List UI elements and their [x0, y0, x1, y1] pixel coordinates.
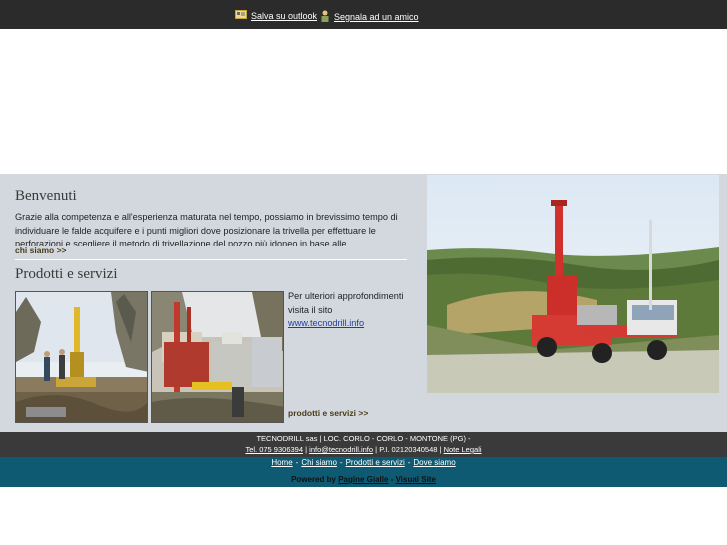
- legal-notes-link[interactable]: Note Legali: [444, 445, 482, 454]
- phone-link[interactable]: Tel. 075 9306394: [245, 445, 303, 454]
- top-bar: Salva su outlook Segnala ad un amico: [0, 0, 727, 29]
- nav-where-we-are[interactable]: Dove siamo: [413, 458, 455, 467]
- section-divider: [15, 259, 407, 260]
- visual-site-link[interactable]: Visual Site: [396, 475, 436, 484]
- products-services-link[interactable]: prodotti e servizi >>: [288, 408, 368, 418]
- powered-by-dash: -: [390, 475, 394, 484]
- nav-products-services[interactable]: Prodotti e servizi: [346, 458, 405, 467]
- nav-separator: -: [339, 458, 343, 467]
- save-outlook-label: Salva su outlook: [251, 10, 318, 21]
- nav-home[interactable]: Home: [271, 458, 292, 467]
- drilling-photo-1: [15, 291, 148, 423]
- email-link[interactable]: info@tecnodrill.info: [309, 445, 373, 454]
- footer-nav: Home - Chi siamo - Prodotti e servizi - Dove s…: [0, 457, 727, 467]
- about-us-link[interactable]: chi siamo >>: [15, 245, 67, 255]
- company-address: TECNODRILL sas | LOC. CORLO - CORLO - MO…: [256, 434, 471, 443]
- person-icon: [320, 10, 330, 24]
- powered-by: Powered by Pagine Gialle - Visual Site: [0, 475, 727, 484]
- drilling-photo-2: [151, 291, 284, 423]
- welcome-title: Benvenuti: [15, 188, 77, 204]
- products-text-intro: Per ulteriori approfondimenti visita il …: [288, 291, 404, 315]
- vat-number: | P.I. 02120340548 |: [375, 445, 442, 454]
- pagine-gialle-link[interactable]: Pagine Gialle: [338, 475, 388, 484]
- tell-friend-link[interactable]: Segnala ad un amico: [320, 10, 419, 24]
- drilling-rig-photo: [427, 175, 719, 393]
- nav-separator: -: [407, 458, 411, 467]
- nav-separator: -: [295, 458, 299, 467]
- website-link[interactable]: www.tecnodrill.info: [288, 318, 364, 328]
- tell-friend-label: Segnala ad un amico: [334, 12, 419, 22]
- welcome-text: Grazie alla competenza e all'esperienza …: [15, 212, 398, 246]
- products-text: Per ulteriori approfondimenti visita il …: [288, 290, 408, 331]
- nav-about-us[interactable]: Chi siamo: [301, 458, 337, 467]
- footer-company-info: TECNODRILL sas | LOC. CORLO - CORLO - MO…: [0, 432, 727, 457]
- card-icon: [235, 10, 247, 21]
- header-banner: [0, 29, 727, 174]
- save-outlook-link[interactable]: Salva su outlook: [235, 10, 317, 21]
- powered-by-label: Powered by: [291, 475, 336, 484]
- footer-separator: |: [305, 445, 308, 454]
- products-title: Prodotti e servizi: [15, 266, 118, 282]
